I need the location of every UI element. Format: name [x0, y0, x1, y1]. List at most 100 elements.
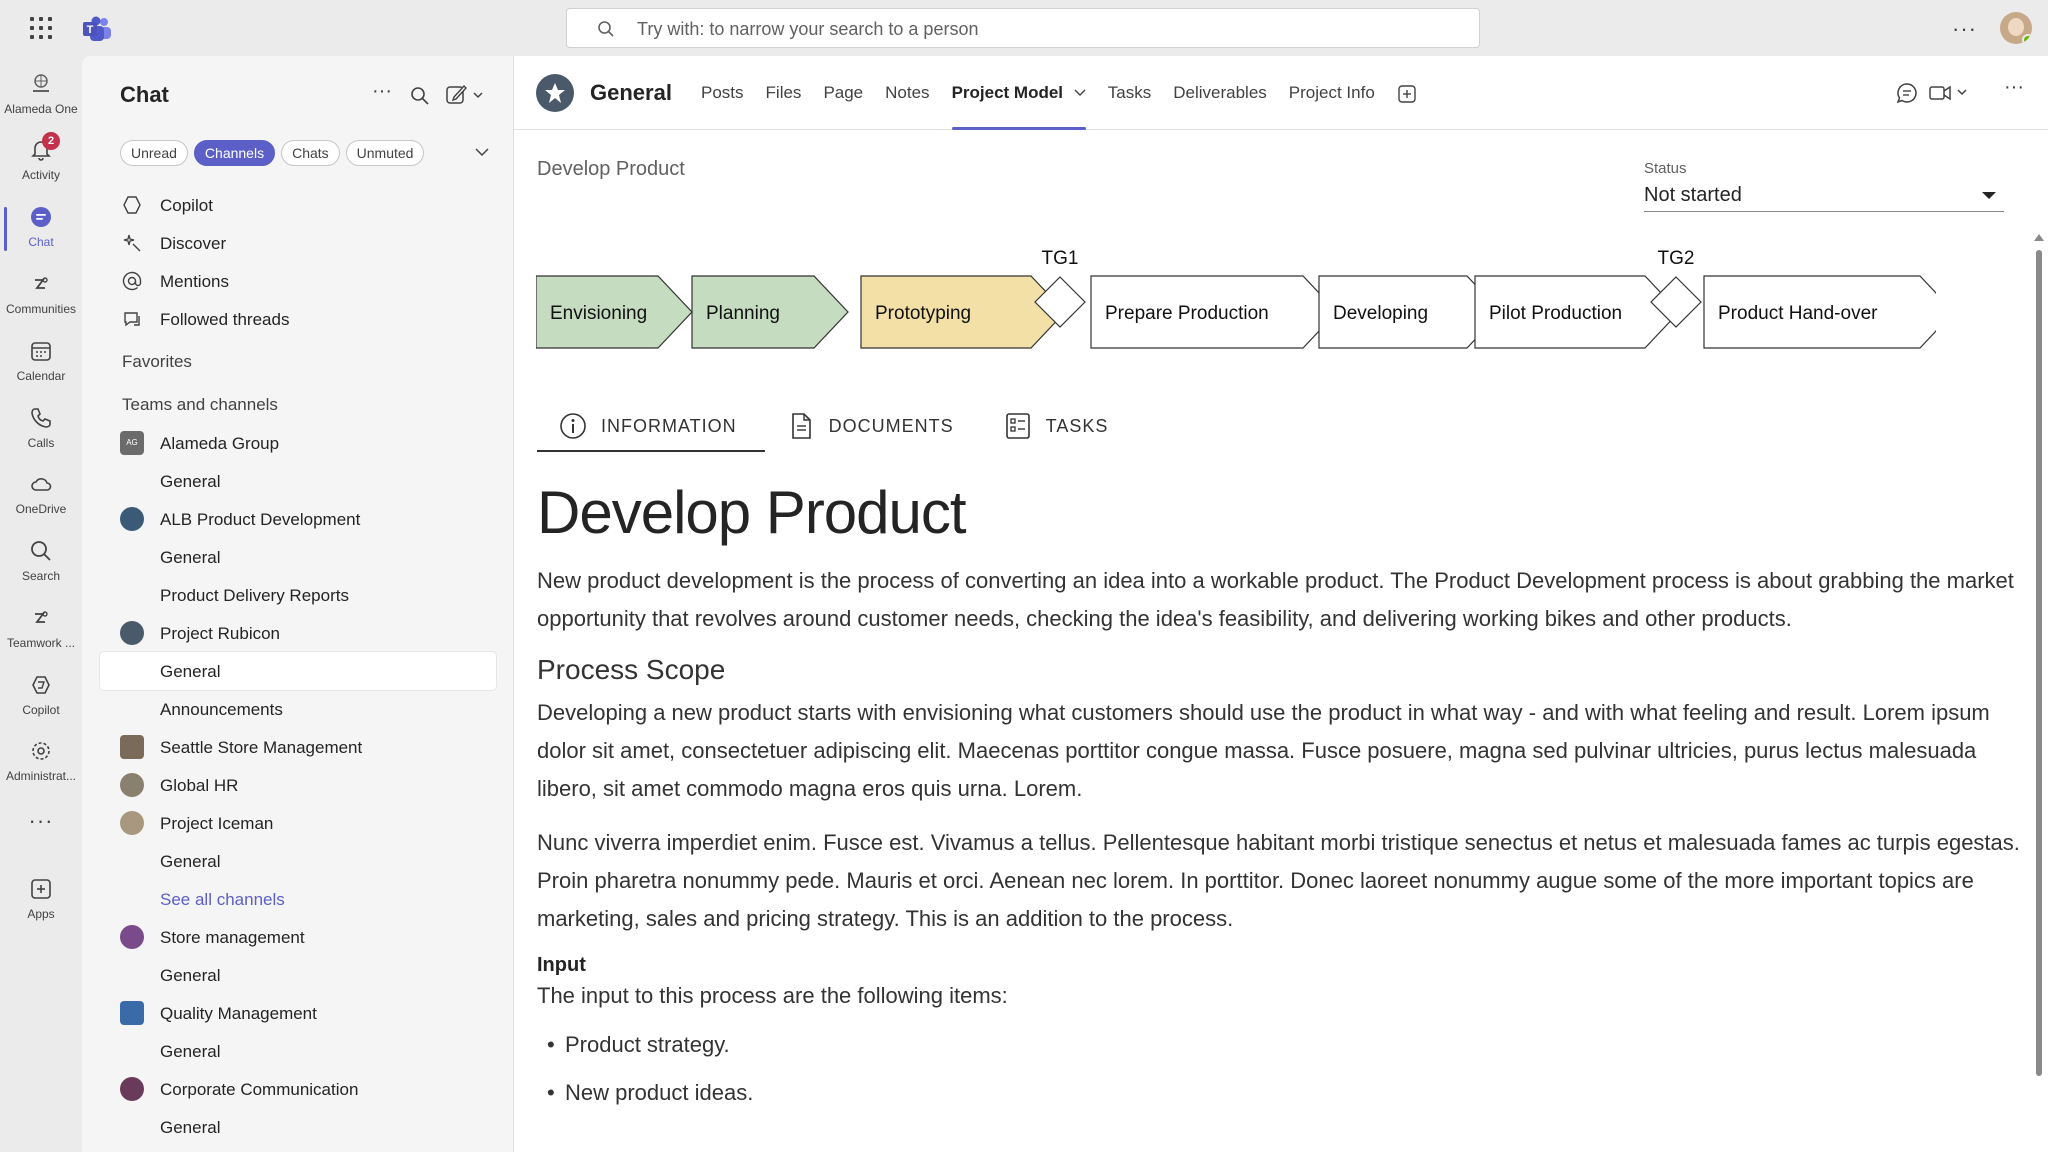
- more-options-icon[interactable]: ···: [1952, 16, 1977, 42]
- team-store-management[interactable]: Store management: [100, 918, 496, 956]
- tab-tasks[interactable]: Tasks: [1097, 56, 1162, 130]
- channel-item[interactable]: General: [100, 538, 496, 576]
- teams-and-channels-header[interactable]: Teams and channels: [100, 381, 496, 424]
- vertical-scrollbar[interactable]: [2034, 234, 2044, 1116]
- team-avatar: [120, 1001, 144, 1025]
- chat-nav-list: Copilot Discover Mentions Followed threa…: [100, 186, 496, 1146]
- tab-project-info[interactable]: Project Info: [1278, 56, 1386, 130]
- teams-logo-icon: T: [82, 16, 112, 42]
- tab-page[interactable]: Page: [812, 56, 874, 130]
- filter-unread[interactable]: Unread: [120, 140, 188, 166]
- team-seattle-store-management[interactable]: Seattle Store Management: [100, 728, 496, 766]
- channel-label: Product Delivery Reports: [160, 586, 349, 605]
- app-launcher-icon[interactable]: [30, 17, 52, 39]
- more-options-icon[interactable]: ···: [2004, 76, 2024, 99]
- channel-label: General: [160, 966, 221, 985]
- video-call-icon[interactable]: [1928, 82, 1972, 104]
- nav-mentions[interactable]: Mentions: [100, 262, 496, 300]
- nav-discover[interactable]: Discover: [100, 224, 496, 262]
- channel-item[interactable]: General: [100, 842, 496, 880]
- rail-calls[interactable]: Calls: [0, 400, 82, 462]
- team-quality-management[interactable]: Quality Management: [100, 994, 496, 1032]
- channel-item[interactable]: General: [100, 1032, 496, 1070]
- more-apps-icon: ···: [28, 808, 54, 833]
- plus-square-icon: [1398, 84, 1416, 103]
- team-avatar: AG: [120, 431, 144, 455]
- rail-label: Communities: [5, 302, 77, 316]
- nav-followed-threads[interactable]: Followed threads: [100, 300, 496, 338]
- chevron-down-icon: [1074, 89, 1086, 96]
- favorites-header[interactable]: Favorites: [100, 338, 496, 381]
- rail-search[interactable]: Search: [0, 533, 82, 595]
- team-name: Seattle Store Management: [160, 738, 363, 757]
- rail-calendar[interactable]: Calendar: [0, 333, 82, 395]
- status-dropdown[interactable]: Not started: [1644, 180, 2004, 212]
- tab-tasks-content[interactable]: TASKS: [982, 400, 1137, 452]
- channel-item[interactable]: General: [100, 956, 496, 994]
- see-all-channels-link[interactable]: See all channels: [100, 880, 496, 918]
- rail-teamwork[interactable]: Teamwork ...: [0, 600, 82, 662]
- team-project-iceman[interactable]: Project Iceman: [100, 804, 496, 842]
- filter-unmuted[interactable]: Unmuted: [345, 140, 425, 166]
- add-tab-button[interactable]: [1386, 56, 1428, 130]
- team-avatar: [120, 1077, 144, 1101]
- presence-available-icon: [2022, 34, 2032, 44]
- search-input[interactable]: [637, 17, 1437, 41]
- team-global-hr[interactable]: Global HR: [100, 766, 496, 804]
- channel-item-selected[interactable]: General: [100, 652, 496, 690]
- tab-deliverables[interactable]: Deliverables: [1162, 56, 1278, 130]
- process-step-label: Planning: [706, 303, 780, 324]
- new-chat-icon[interactable]: [446, 84, 486, 106]
- list-item: Product strategy.: [537, 1021, 2027, 1069]
- copilot-icon: [32, 676, 50, 694]
- channel-item[interactable]: General: [100, 462, 496, 500]
- rail-chat[interactable]: Chat: [0, 199, 82, 261]
- chevron-down-icon[interactable]: [474, 146, 490, 158]
- rail-onedrive[interactable]: OneDrive: [0, 466, 82, 528]
- filter-chats[interactable]: Chats: [281, 140, 340, 166]
- conversation-icon[interactable]: [1896, 82, 1918, 104]
- chat-panel: Chat ··· Unread Channels Chats Unmuted C…: [82, 56, 514, 1152]
- team-alb-product-development[interactable]: ALB Product Development: [100, 500, 496, 538]
- tab-posts[interactable]: Posts: [690, 56, 755, 130]
- rail-more-apps[interactable]: ···: [0, 808, 82, 838]
- team-avatar: [120, 621, 144, 645]
- tab-files[interactable]: Files: [755, 56, 813, 130]
- list-item: New product ideas.: [537, 1069, 2027, 1117]
- team-name: Project Iceman: [160, 814, 274, 833]
- search-icon[interactable]: [410, 86, 430, 106]
- channel-item[interactable]: Product Delivery Reports: [100, 576, 496, 614]
- title-bar: T ···: [0, 0, 2048, 56]
- rail-alameda-one[interactable]: Alameda One: [0, 66, 82, 128]
- scrollbar-thumb[interactable]: [2036, 250, 2042, 1076]
- team-alameda-group[interactable]: AG Alameda Group: [100, 424, 496, 462]
- rail-activity[interactable]: 2 Activity: [0, 132, 82, 194]
- rail-copilot[interactable]: Copilot: [0, 667, 82, 729]
- more-options-icon[interactable]: ···: [372, 80, 392, 103]
- channel-item[interactable]: General: [100, 1108, 496, 1146]
- rail-apps[interactable]: Apps: [0, 871, 82, 933]
- filter-channels[interactable]: Channels: [193, 140, 276, 166]
- scroll-up-arrow-icon[interactable]: [2034, 234, 2044, 241]
- rail-communities[interactable]: Communities: [0, 266, 82, 328]
- channel-tabs: Posts Files Page Notes Project Model Tas…: [690, 56, 1428, 130]
- team-corporate-communication[interactable]: Corporate Communication: [100, 1070, 496, 1108]
- tab-information[interactable]: INFORMATION: [537, 400, 765, 452]
- user-avatar[interactable]: [2000, 12, 2032, 44]
- team-avatar: [120, 925, 144, 949]
- scope-paragraph: Developing a new product starts with env…: [537, 700, 1990, 801]
- tab-project-model[interactable]: Project Model: [941, 56, 1097, 130]
- nav-copilot[interactable]: Copilot: [100, 186, 496, 224]
- tab-notes[interactable]: Notes: [874, 56, 940, 130]
- rail-administration[interactable]: Administrat...: [0, 733, 82, 795]
- tab-documents[interactable]: DOCUMENTS: [765, 400, 982, 452]
- team-project-rubicon[interactable]: Project Rubicon: [100, 614, 496, 652]
- search-bar[interactable]: [566, 8, 1480, 48]
- channel-item[interactable]: Announcements: [100, 690, 496, 728]
- copilot-icon: [123, 196, 141, 214]
- intro-paragraph: New product development is the process o…: [537, 568, 2014, 631]
- process-step-label: Pilot Production: [1489, 303, 1622, 324]
- nav-label: Mentions: [160, 272, 229, 291]
- scope-paragraph: Nunc viverra imperdiet enim. Fusce est. …: [537, 830, 2020, 931]
- tab-label: Project Model: [951, 83, 1064, 102]
